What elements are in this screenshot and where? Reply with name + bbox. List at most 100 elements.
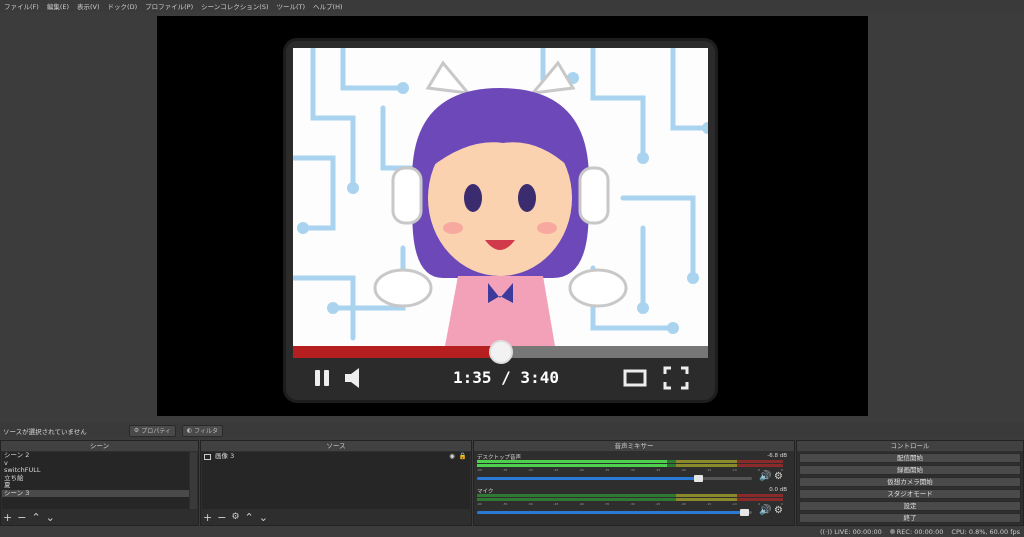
meter-level xyxy=(477,464,667,467)
player-controls: 1:35 / 3:40 xyxy=(293,360,708,398)
start-streaming-button[interactable]: 配信開始 xyxy=(799,453,1021,463)
mixer-header: 音声ミキサー xyxy=(474,441,794,451)
meter-tick-label: -50 xyxy=(527,468,533,472)
meter-ticks: -60 -55 -50 -45 -40 -35 -30 -25 -20 -15 -10 -5 0 xyxy=(477,502,783,507)
source-item-label: 画像 3 xyxy=(215,452,235,461)
meter-tick-label: -25 xyxy=(655,502,661,506)
meter-tick-label: -15 xyxy=(706,502,712,506)
volume-meter xyxy=(477,464,783,467)
meter-tick-label: -15 xyxy=(706,468,712,472)
exit-button[interactable]: 終了 xyxy=(799,513,1021,523)
meter-tick-label: -60 xyxy=(477,468,482,472)
broadcast-icon: ((·)) xyxy=(819,527,833,536)
source-toolbar: ソースが選択されていません ⚙ プロパティ ◐ フィルタ xyxy=(0,422,1024,439)
filter-icon: ◐ xyxy=(186,427,193,434)
channel-db: -6.8 dB xyxy=(767,453,787,459)
add-icon[interactable]: + xyxy=(203,511,212,524)
eye-icon[interactable]: ◉ xyxy=(449,453,455,461)
audio-mixer-dock: 音声ミキサー デスクトップ音声 -6.8 dB -60 -55 -50 -45 -40 -… xyxy=(473,440,795,526)
studio-mode-button[interactable]: スタジオモード xyxy=(799,489,1021,499)
preview-canvas[interactable]: 1:35 / 3:40 xyxy=(157,16,868,416)
meter-tick-label: -60 xyxy=(477,502,482,506)
video-progress-bar xyxy=(293,340,708,364)
volume-slider[interactable] xyxy=(477,509,752,516)
speaker-icon[interactable]: 🔊 xyxy=(759,471,771,482)
menu-profile[interactable]: プロファイル(P) xyxy=(145,1,193,11)
menu-file[interactable]: ファイル(F) xyxy=(4,1,39,11)
record-dot-icon xyxy=(889,529,895,534)
image-icon xyxy=(204,454,211,460)
meter-level xyxy=(477,460,667,463)
gear-icon[interactable]: ⚙ xyxy=(774,471,783,482)
meter-tick-label: -25 xyxy=(655,468,661,472)
remove-icon[interactable]: − xyxy=(17,511,26,524)
start-recording-button[interactable]: 録画開始 xyxy=(799,465,1021,475)
meter-tick-label: -45 xyxy=(553,502,559,506)
meter-tick-label: -35 xyxy=(604,468,610,472)
controls-dock: コントロール 配信開始 録画開始 仮想カメラ開始 スタジオモード 設定 終了 xyxy=(796,440,1024,526)
scenes-dock: シーン シーン 2 v switchFULL 立ち絵 夏 シーン 3 + − ⌃… xyxy=(0,440,199,526)
gear-icon[interactable]: ⚙ xyxy=(774,505,783,516)
scene-list: シーン 2 v switchFULL 立ち絵 夏 シーン 3 xyxy=(2,451,189,509)
move-up-icon[interactable]: ⌃ xyxy=(245,511,254,524)
lock-icon[interactable]: 🔒 xyxy=(459,453,467,461)
menu-help[interactable]: ヘルプ(H) xyxy=(313,1,342,11)
menu-bar: ファイル(F) 編集(E) 表示(V) ドック(D) プロファイル(P) シーン… xyxy=(0,0,1024,12)
mixer-channel-mic: マイク 0.0 dB -60 -55 -50 -45 -40 -35 -30 -25 -20 -1… xyxy=(477,487,787,516)
menu-dock[interactable]: ドック(D) xyxy=(108,1,138,11)
progress-fill xyxy=(293,346,501,358)
meter-tick-label: -45 xyxy=(553,468,559,472)
scene-item[interactable]: 立ち絵 xyxy=(2,474,189,483)
gear-icon[interactable]: ⚙ xyxy=(231,512,239,522)
meter-tick-label: -10 xyxy=(731,468,737,472)
video-player-image: 1:35 / 3:40 xyxy=(283,38,718,403)
volume-meter xyxy=(477,498,783,501)
move-up-icon[interactable]: ⌃ xyxy=(31,511,40,524)
status-bar: ((·)) LIVE: 00:00:00 REC: 00:00:00 CPU: … xyxy=(0,526,1024,537)
rec-indicator: REC: 00:00:00 xyxy=(889,528,943,536)
scene-tools: + − ⌃ ⌄ xyxy=(3,511,55,524)
scene-item-selected[interactable]: シーン 3 xyxy=(2,489,189,497)
channel-name: マイク xyxy=(477,489,494,495)
theater-mode-icon xyxy=(623,369,647,387)
meter-tick-label: -10 xyxy=(731,502,737,506)
volume-meter xyxy=(477,460,783,463)
volume-slider[interactable] xyxy=(477,475,752,482)
menu-scene-collection[interactable]: シーンコレクション(S) xyxy=(201,1,268,11)
meter-tick-label: -55 xyxy=(502,502,508,506)
meter-tick-label: -20 xyxy=(680,468,686,472)
fullscreen-icon xyxy=(663,366,689,390)
gear-icon: ⚙ xyxy=(133,427,140,434)
start-virtual-camera-button[interactable]: 仮想カメラ開始 xyxy=(799,477,1021,487)
sources-header: ソース xyxy=(201,441,471,451)
scene-item[interactable]: switchFULL xyxy=(2,466,189,475)
settings-button[interactable]: 設定 xyxy=(799,501,1021,511)
controls-header: コントロール xyxy=(797,441,1023,451)
meter-tick-label: -30 xyxy=(629,468,635,472)
move-down-icon[interactable]: ⌄ xyxy=(46,511,55,524)
menu-tools[interactable]: ツール(T) xyxy=(276,1,305,11)
live-indicator: ((·)) LIVE: 00:00:00 xyxy=(819,527,882,536)
scene-scrollbar[interactable] xyxy=(190,452,197,509)
move-down-icon[interactable]: ⌄ xyxy=(259,511,268,524)
cpu-fps: CPU: 0.8%, 60.00 fps xyxy=(951,527,1020,536)
meter-tick-label: -40 xyxy=(578,502,584,506)
channel-name: デスクトップ音声 xyxy=(477,455,522,461)
menu-edit[interactable]: 編集(E) xyxy=(47,1,69,11)
mixer-channel-desktop: デスクトップ音声 -6.8 dB -60 -55 -50 -45 -40 -35 -30 -2… xyxy=(477,453,787,482)
scene-item[interactable]: 夏 xyxy=(2,481,189,490)
meter-tick-label: -20 xyxy=(680,502,686,506)
add-icon[interactable]: + xyxy=(3,511,12,524)
filters-button[interactable]: ◐ フィルタ xyxy=(181,424,223,437)
remove-icon[interactable]: − xyxy=(217,511,226,524)
menu-view[interactable]: 表示(V) xyxy=(77,1,100,11)
scene-item[interactable]: シーン 2 xyxy=(2,451,189,460)
no-source-label: ソースが選択されていません xyxy=(3,427,87,436)
speaker-icon[interactable]: 🔊 xyxy=(759,505,771,516)
source-item[interactable]: 画像 3 ◉ 🔒 xyxy=(202,452,470,462)
sources-dock: ソース 画像 3 ◉ 🔒 + − ⚙ ⌃ ⌄ xyxy=(200,440,472,526)
meter-tick-label: -55 xyxy=(502,468,508,472)
channel-db: 0.0 dB xyxy=(769,487,787,493)
player-time: 1:35 / 3:40 xyxy=(453,368,559,387)
properties-button[interactable]: ⚙ プロパティ xyxy=(128,424,176,437)
